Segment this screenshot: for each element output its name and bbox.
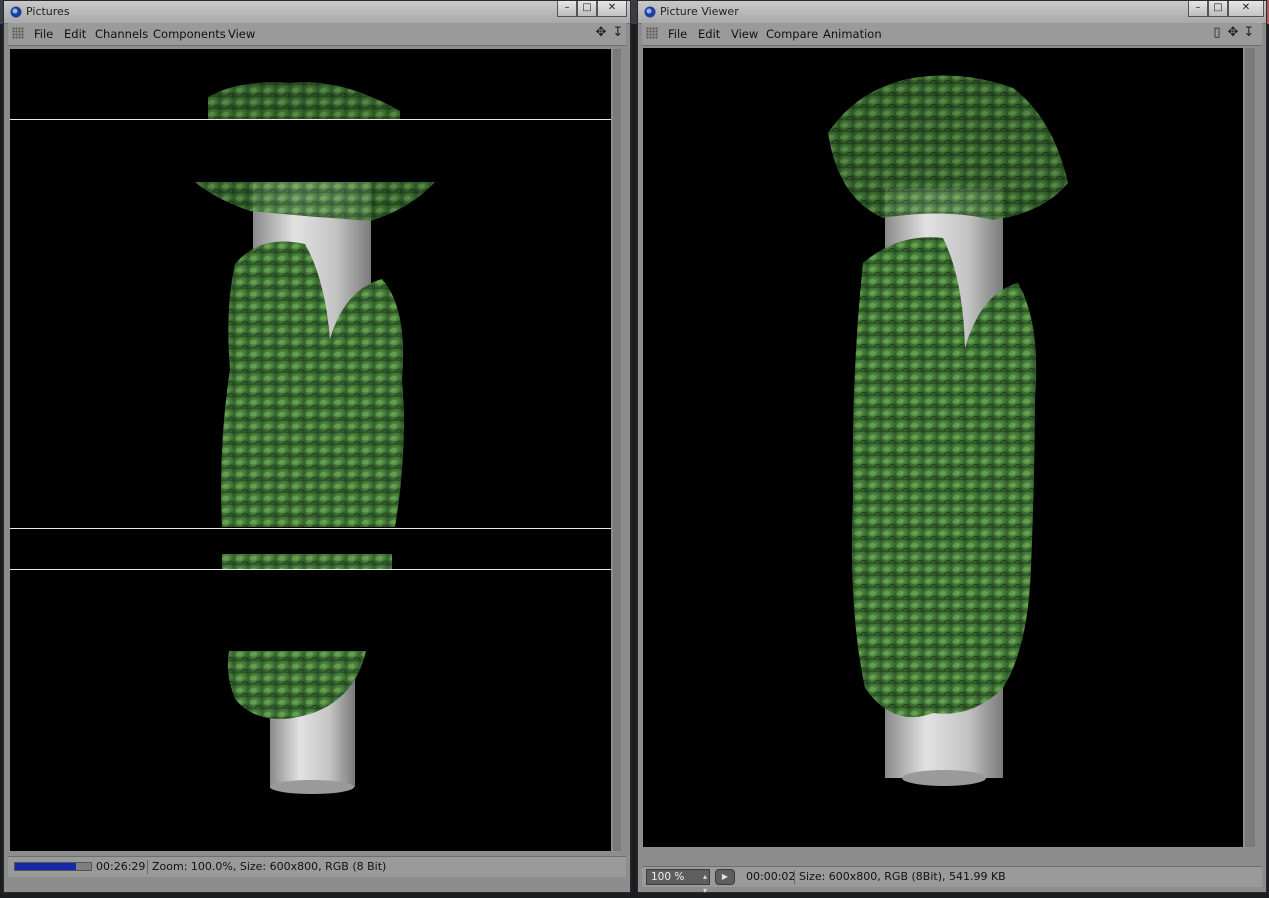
play-button[interactable]: ▶ bbox=[715, 869, 735, 885]
spinner-icon[interactable]: ▴ ▾ bbox=[703, 870, 707, 898]
maximize-button[interactable]: □ bbox=[577, 1, 597, 17]
title-bar[interactable]: Picture Viewer – □ ✕ bbox=[638, 1, 1266, 24]
render-bucket-line bbox=[10, 119, 611, 120]
zoom-value: 100 % bbox=[651, 871, 685, 883]
cinema4d-app-icon bbox=[644, 6, 656, 18]
menu-view[interactable]: View bbox=[731, 27, 758, 41]
menu-components[interactable]: Components bbox=[153, 27, 226, 41]
image-info: Zoom: 100.0%, Size: 600x800, RGB (8 Bit) bbox=[152, 860, 387, 873]
cinema4d-app-icon bbox=[10, 6, 22, 18]
zoom-select[interactable]: 100 % ▴ ▾ bbox=[646, 869, 710, 895]
title-bar[interactable]: Pictures – □ ✕ bbox=[4, 1, 630, 24]
grip-icon[interactable] bbox=[12, 27, 24, 39]
down-arrow-icon[interactable]: ↧ bbox=[611, 26, 625, 40]
render-time: 00:00:02 bbox=[746, 870, 796, 883]
vertical-scrollbar[interactable] bbox=[613, 49, 621, 851]
render-progress-bar bbox=[14, 862, 92, 871]
render-progress-fill bbox=[15, 863, 76, 870]
image-viewport[interactable] bbox=[643, 48, 1243, 847]
image-info: Size: 600x800, RGB (8Bit), 541.99 KB bbox=[799, 870, 1006, 883]
status-separator bbox=[147, 860, 148, 874]
minimize-button[interactable]: – bbox=[557, 1, 577, 17]
menu-bar: File Edit View Compare Animation ▯ ✥ ↧ bbox=[642, 23, 1262, 46]
status-separator bbox=[794, 870, 795, 884]
down-arrow-icon[interactable]: ↧ bbox=[1242, 26, 1256, 40]
render-time: 00:26:29 bbox=[96, 860, 146, 873]
menu-bar: File Edit Channels Components View ✥ ↧ bbox=[8, 23, 626, 46]
status-bar: 00:26:29 Zoom: 100.0%, Size: 600x800, RG… bbox=[8, 856, 626, 877]
menu-view[interactable]: View bbox=[228, 27, 255, 41]
close-button[interactable]: ✕ bbox=[1228, 1, 1264, 17]
move-icon[interactable]: ✥ bbox=[1226, 26, 1240, 40]
window-icon[interactable]: ▯ bbox=[1210, 26, 1224, 40]
menu-channels[interactable]: Channels bbox=[95, 27, 148, 41]
vertical-scrollbar[interactable] bbox=[1245, 48, 1255, 847]
menu-file[interactable]: File bbox=[668, 27, 687, 41]
status-bar: 100 % ▴ ▾ ▶ 00:00:02 Size: 600x800, RGB (… bbox=[642, 866, 1262, 895]
rendered-ivy-column-image bbox=[10, 82, 611, 794]
rendered-ivy-column-image bbox=[828, 75, 1068, 786]
window-title: Picture Viewer bbox=[660, 5, 739, 18]
maximize-button[interactable]: □ bbox=[1208, 1, 1228, 17]
picture-viewer-window: Picture Viewer – □ ✕ File Edit View Comp… bbox=[637, 0, 1267, 895]
render-bucket-line bbox=[10, 528, 611, 529]
render-viewport[interactable] bbox=[10, 49, 611, 851]
close-button[interactable]: ✕ bbox=[597, 1, 627, 17]
move-icon[interactable]: ✥ bbox=[594, 26, 608, 40]
menu-file[interactable]: File bbox=[34, 27, 53, 41]
menu-edit[interactable]: Edit bbox=[64, 27, 86, 41]
menu-animation[interactable]: Animation bbox=[823, 27, 882, 41]
grip-icon[interactable] bbox=[646, 27, 658, 39]
pictures-window: Pictures – □ ✕ File Edit Channels Compon… bbox=[3, 0, 631, 893]
window-title: Pictures bbox=[26, 5, 70, 18]
render-bucket-line bbox=[10, 569, 611, 570]
minimize-button[interactable]: – bbox=[1188, 1, 1208, 17]
menu-edit[interactable]: Edit bbox=[698, 27, 720, 41]
menu-compare[interactable]: Compare bbox=[766, 27, 818, 41]
